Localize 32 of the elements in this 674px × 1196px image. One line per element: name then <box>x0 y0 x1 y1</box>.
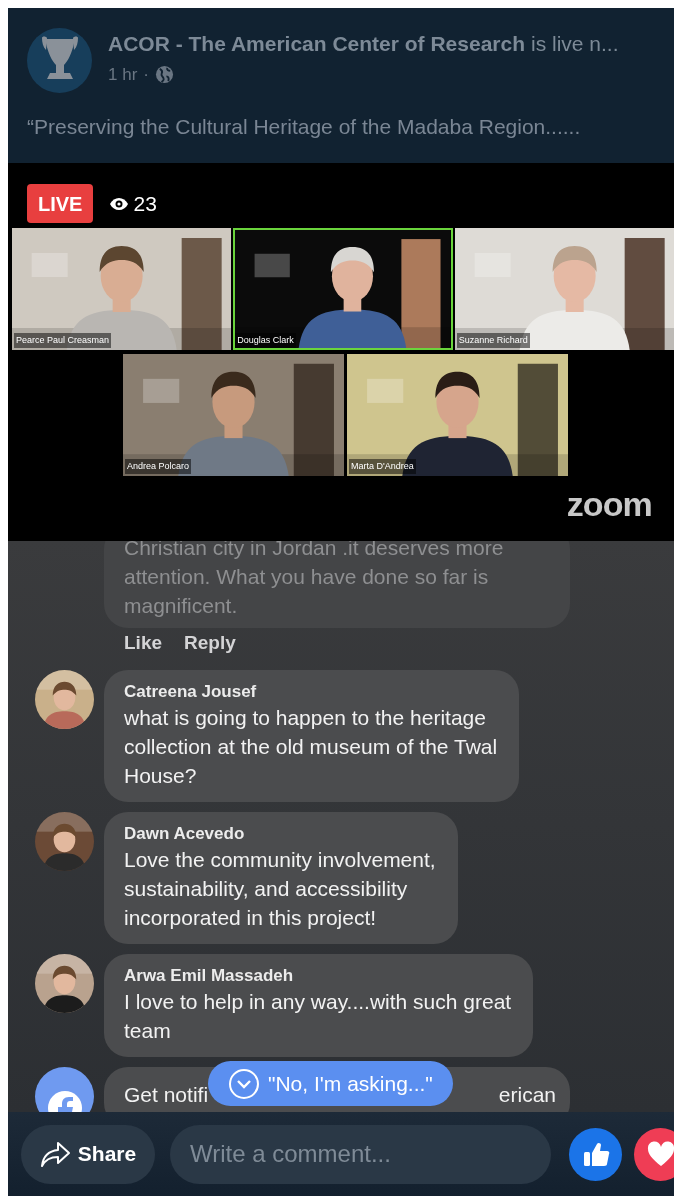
comment-field[interactable]: Write a comment... <box>170 1124 551 1184</box>
chevron-down-icon <box>228 1067 260 1100</box>
post-time: 1 hr <box>108 64 138 86</box>
participant-name: Pearce Paul Creasman <box>14 332 112 348</box>
love-reaction-button[interactable] <box>634 1127 674 1181</box>
comment-text: what is going to happen to the heritage collection at the old museum of the Twal House? <box>124 705 498 789</box>
comment-author[interactable]: Catreena Jousef <box>124 681 498 703</box>
share-button[interactable]: Share <box>21 1124 155 1184</box>
like-reaction-button[interactable] <box>569 1127 622 1181</box>
comment-text: Love the community involvement, sustainability, and accessibility incorporated in this project! <box>124 847 436 931</box>
participant-name: Suzanne Richard <box>456 332 530 348</box>
comment-action-link[interactable]: Reply <box>184 631 236 655</box>
separator: · <box>143 64 149 86</box>
comment-author[interactable]: Dawn Acevedo <box>124 823 436 845</box>
participant-name: Douglas Clark <box>235 332 296 348</box>
zoom-logo: zoom <box>566 487 652 521</box>
post-caption: “Preserving the Cultural Heritage of the Madaba Region...... <box>27 114 582 140</box>
globe-icon <box>154 65 174 85</box>
participant-name: Andrea Polcaro <box>125 458 192 474</box>
eye-icon <box>109 196 130 211</box>
comment-author[interactable]: Arwa Emil Massadeh <box>124 965 512 987</box>
heart-icon <box>646 1141 674 1167</box>
comment-text: I love to help in any way....with such great team <box>124 989 512 1044</box>
page-name[interactable]: ACOR - The American Center of Research <box>108 30 525 58</box>
comment-text: erican <box>498 1082 556 1108</box>
share-icon <box>39 1140 72 1168</box>
comment-text: Get notifi <box>124 1082 209 1108</box>
headline-text: is live n... <box>531 31 619 57</box>
comment-action-link[interactable]: Like <box>124 631 163 655</box>
participant-name: Marta D'Andrea <box>349 458 416 474</box>
live-badge: LIVE <box>27 184 94 223</box>
viewer-count: 23 <box>133 190 157 217</box>
